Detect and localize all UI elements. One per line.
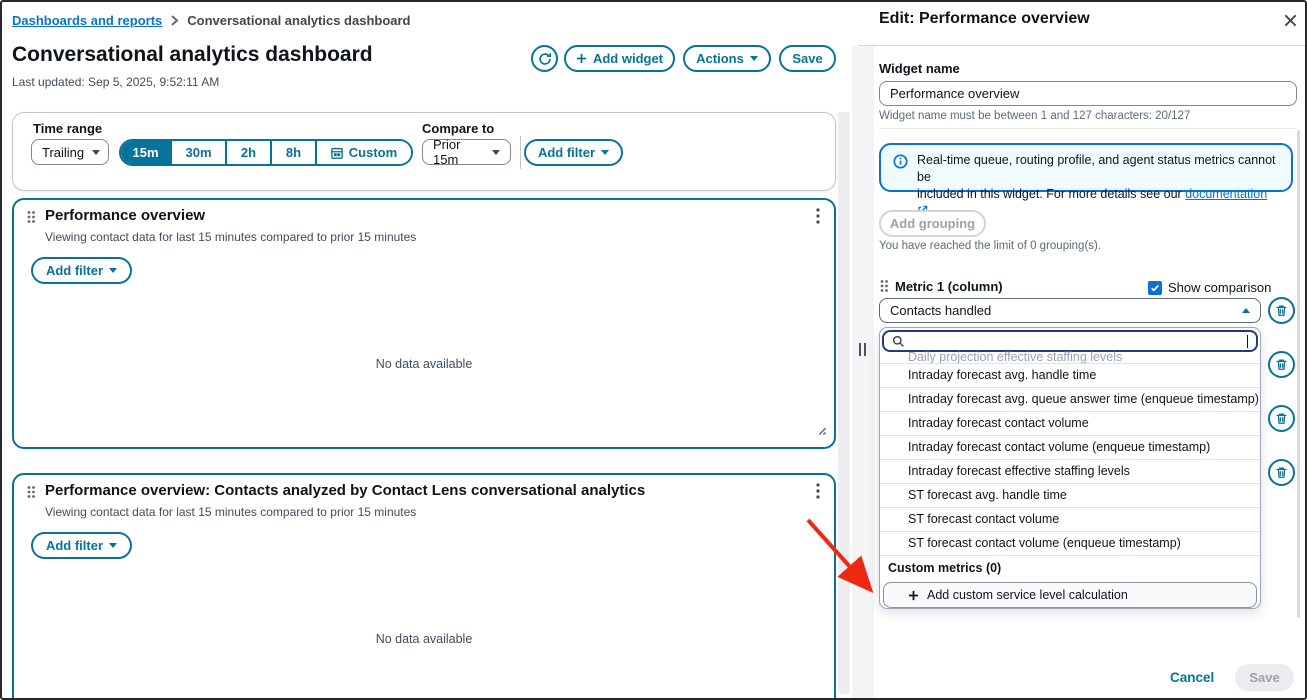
caret-down-icon	[92, 150, 100, 155]
widget-add-filter-button[interactable]: Add filter	[31, 257, 132, 284]
trailing-select[interactable]: Trailing	[31, 139, 109, 165]
widget-name-input[interactable]	[879, 81, 1297, 106]
info-text-line2: included in this widget. For more detail…	[917, 187, 1185, 201]
dropdown-item[interactable]: Intraday forecast effective staffing lev…	[880, 459, 1260, 483]
trash-icon	[1275, 412, 1288, 425]
metric-search-box[interactable]	[882, 330, 1258, 352]
segment-30m[interactable]: 30m	[172, 141, 227, 164]
refresh-icon	[538, 52, 552, 66]
widget-subtitle: Viewing contact data for last 15 minutes…	[45, 230, 416, 244]
divider	[520, 136, 521, 169]
add-widget-button[interactable]: Add widget	[564, 45, 675, 72]
panel-splitter[interactable]	[852, 46, 874, 698]
divider	[858, 45, 1307, 46]
show-comparison-checkbox[interactable]	[1148, 281, 1162, 295]
add-grouping-button[interactable]: Add grouping	[879, 210, 986, 237]
caret-down-icon	[492, 150, 500, 155]
main-scrollbar[interactable]	[838, 112, 850, 694]
panel-save-button[interactable]: Save	[1235, 664, 1294, 691]
trash-icon	[1275, 304, 1288, 317]
delete-metric-3-button[interactable]	[1268, 405, 1295, 432]
dropdown-item[interactable]: Intraday forecast avg. queue answer time…	[880, 387, 1260, 411]
grouping-limit-hint: You have reached the limit of 0 grouping…	[879, 240, 1101, 252]
segment-2h[interactable]: 2h	[227, 141, 272, 164]
kebab-menu-icon[interactable]	[816, 483, 820, 504]
widget-name-label: Widget name	[879, 61, 960, 76]
breadcrumb-link-dashboards[interactable]: Dashboards and reports	[12, 13, 162, 28]
info-banner: Real-time queue, routing profile, and ag…	[879, 143, 1293, 192]
empty-state-text: No data available	[14, 632, 834, 646]
search-icon	[892, 335, 905, 348]
close-icon[interactable]	[1279, 9, 1301, 31]
widget-title: Performance overview: Contacts analyzed …	[45, 482, 645, 499]
plus-icon	[908, 590, 919, 601]
info-text-line1: Real-time queue, routing profile, and ag…	[917, 153, 1276, 184]
breadcrumb-current: Conversational analytics dashboard	[187, 13, 410, 28]
widget-name-hint: Widget name must be between 1 and 127 ch…	[879, 110, 1190, 122]
calendar-icon	[331, 147, 343, 159]
add-filter-button[interactable]: Add filter	[524, 139, 623, 166]
show-comparison-label[interactable]: Show comparison	[1168, 280, 1271, 295]
custom-metrics-header: Custom metrics (0)	[880, 555, 1260, 581]
splitter-handle-icon[interactable]	[859, 343, 866, 356]
compare-to-select[interactable]: Prior 15m	[422, 139, 511, 165]
time-range-segments: 15m 30m 2h 8h Custom	[119, 139, 413, 166]
caret-down-icon	[750, 56, 758, 61]
widget-add-filter-button[interactable]: Add filter	[31, 532, 132, 559]
breadcrumb: Dashboards and reports Conversational an…	[12, 13, 411, 28]
dropdown-item[interactable]: ST forecast avg. handle time	[880, 483, 1260, 507]
dropdown-item[interactable]: Intraday forecast contact volume	[880, 411, 1260, 435]
widget-performance-overview: Performance overview Viewing contact dat…	[12, 198, 836, 449]
empty-state-text: No data available	[14, 357, 834, 371]
last-updated-text: Last updated: Sep 5, 2025, 9:52:11 AM	[12, 75, 219, 89]
panel-title: Edit: Performance overview	[879, 10, 1090, 28]
connect-dashboard-app: Dashboards and reports Conversational an…	[0, 0, 1307, 700]
dropdown-item[interactable]: Intraday forecast contact volume (enqueu…	[880, 435, 1260, 459]
kebab-menu-icon[interactable]	[816, 208, 820, 229]
metric-1-label: Metric 1 (column)	[895, 279, 1003, 294]
delete-metric-2-button[interactable]	[1268, 351, 1295, 378]
actions-button[interactable]: Actions	[683, 45, 771, 72]
resize-handle-icon[interactable]	[816, 423, 827, 441]
drag-handle-icon[interactable]	[26, 210, 36, 229]
segment-8h[interactable]: 8h	[272, 141, 317, 164]
delete-metric-1-button[interactable]	[1268, 297, 1295, 324]
caret-down-icon	[109, 268, 117, 273]
caret-down-icon	[109, 543, 117, 548]
info-icon	[893, 154, 908, 174]
widget-contacts-analyzed: Performance overview: Contacts analyzed …	[12, 473, 836, 700]
filter-bar: Time range Trailing 15m 30m 2h 8h Custom…	[12, 112, 836, 191]
segment-15m[interactable]: 15m	[121, 141, 172, 164]
caret-up-icon	[1242, 308, 1250, 313]
dropdown-item[interactable]: Intraday forecast avg. handle time	[880, 363, 1260, 387]
text-cursor	[1247, 335, 1248, 348]
trash-icon	[1275, 466, 1288, 479]
plus-icon	[576, 53, 587, 64]
trash-icon	[1275, 358, 1288, 371]
cancel-button[interactable]: Cancel	[1170, 670, 1214, 685]
chevron-right-icon	[170, 15, 179, 26]
dropdown-item-disabled: Daily projection effective staffing leve…	[880, 350, 1260, 363]
metric-select[interactable]: Contacts handled	[879, 298, 1261, 323]
metric-drag-handle-icon[interactable]	[879, 279, 889, 298]
widget-title: Performance overview	[45, 207, 205, 224]
documentation-link[interactable]: documentation	[1185, 187, 1267, 201]
drag-handle-icon[interactable]	[26, 485, 36, 504]
metric-dropdown: Daily projection effective staffing leve…	[879, 327, 1261, 609]
add-custom-service-level-button[interactable]: Add custom service level calculation	[883, 582, 1257, 608]
compare-to-label: Compare to	[422, 121, 494, 136]
dropdown-item[interactable]: ST forecast contact volume (enqueue time…	[880, 531, 1260, 555]
time-range-label: Time range	[33, 121, 102, 136]
caret-down-icon	[601, 150, 609, 155]
panel-scrollbar[interactable]	[1297, 130, 1300, 618]
dropdown-item[interactable]: ST forecast contact volume	[880, 507, 1260, 531]
save-dashboard-button[interactable]: Save	[779, 45, 836, 72]
divider	[879, 128, 1297, 129]
widget-subtitle: Viewing contact data for last 15 minutes…	[45, 505, 416, 519]
page-title: Conversational analytics dashboard	[12, 43, 373, 67]
delete-metric-4-button[interactable]	[1268, 459, 1295, 486]
segment-custom[interactable]: Custom	[317, 141, 411, 164]
refresh-button[interactable]	[531, 45, 558, 72]
check-icon	[1150, 283, 1160, 293]
